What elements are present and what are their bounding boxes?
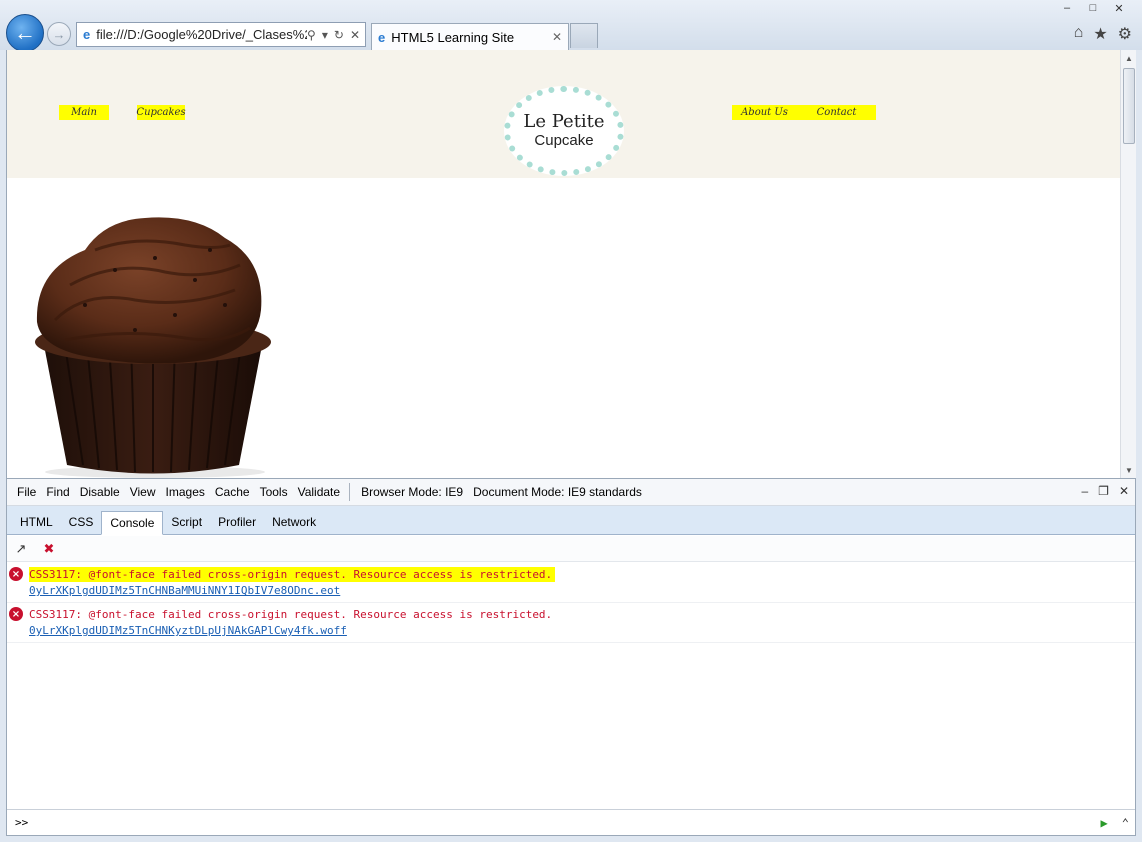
back-arrow-icon: ← bbox=[14, 20, 36, 45]
search-icon[interactable]: ⚲ bbox=[307, 28, 316, 42]
close-tab-icon[interactable]: ✕ bbox=[552, 30, 562, 44]
console-message: CSS3117: @font-face failed cross-origin … bbox=[29, 608, 553, 621]
site-logo[interactable]: Le Petite Cupcake bbox=[504, 86, 624, 176]
logo-line-1: Le Petite bbox=[523, 111, 605, 132]
ie-page-icon: e bbox=[83, 27, 91, 42]
console-command-line[interactable]: >> ▶ ⌃ bbox=[7, 809, 1135, 835]
error-icon: × bbox=[9, 607, 23, 621]
tab-network[interactable]: Network bbox=[264, 510, 324, 534]
browser-tools: ⌂ ★ ⚙ bbox=[1074, 24, 1132, 44]
forward-arrow-icon: → bbox=[52, 26, 66, 42]
menu-disable[interactable]: Disable bbox=[75, 485, 125, 499]
developer-tools-pane: File Find Disable View Images Cache Tool… bbox=[6, 478, 1136, 836]
nav-link-main[interactable]: Main bbox=[59, 105, 109, 120]
nav-link-contact[interactable]: Contact bbox=[797, 105, 876, 120]
select-element-icon[interactable]: ↗ bbox=[13, 541, 29, 557]
new-tab-button[interactable] bbox=[570, 23, 598, 48]
browser-chrome: – □ ✕ ← → e file:///D:/Google%20Drive/_C… bbox=[0, 0, 1142, 52]
window-controls: – □ ✕ bbox=[1054, 0, 1132, 16]
expand-multiline-icon[interactable]: ⌃ bbox=[1122, 816, 1129, 830]
nav-link-about-us[interactable]: About Us bbox=[732, 105, 797, 120]
devtools-window-controls: – ❐ ✕ bbox=[1081, 484, 1129, 498]
site-header: Main Cupcakes About Us Contact Le Petite… bbox=[7, 50, 1121, 178]
menu-cache[interactable]: Cache bbox=[210, 485, 255, 499]
console-output: × CSS3117: @font-face failed cross-origi… bbox=[7, 563, 1135, 808]
menu-file[interactable]: File bbox=[12, 485, 41, 499]
address-bar[interactable]: e file:///D:/Google%20Drive/_Clases%2 ⚲ … bbox=[76, 22, 366, 47]
tab-console[interactable]: Console bbox=[101, 511, 164, 535]
devtools-tabs: HTML CSS Console Script Profiler Network bbox=[7, 506, 1135, 535]
console-entry: × CSS3117: @font-face failed cross-origi… bbox=[7, 563, 1135, 603]
menu-view[interactable]: View bbox=[125, 485, 161, 499]
logo-line-2: Cupcake bbox=[534, 132, 594, 149]
menu-tools[interactable]: Tools bbox=[255, 485, 293, 499]
vertical-scrollbar[interactable]: ▲ ▼ bbox=[1120, 50, 1136, 478]
console-source-link[interactable]: 0yLrXKplgdUDIMz5TnCHNBaMMUiNNY1IQbIV7e8O… bbox=[29, 582, 1135, 600]
browser-mode-menu[interactable]: Browser Mode: IE9 bbox=[356, 485, 468, 499]
scrollbar-thumb[interactable] bbox=[1123, 68, 1135, 144]
ie-tab-icon: e bbox=[378, 29, 386, 45]
address-url[interactable]: file:///D:/Google%20Drive/_Clases%2 bbox=[96, 27, 307, 42]
forward-button[interactable]: → bbox=[47, 22, 71, 46]
undock-devtools-icon[interactable]: ❐ bbox=[1098, 484, 1109, 498]
menu-find[interactable]: Find bbox=[41, 485, 74, 499]
minimize-devtools-icon[interactable]: – bbox=[1081, 484, 1088, 498]
home-icon[interactable]: ⌂ bbox=[1074, 24, 1084, 44]
scroll-down-icon[interactable]: ▼ bbox=[1121, 462, 1136, 478]
favorites-star-icon[interactable]: ★ bbox=[1093, 24, 1107, 44]
console-toolbar: ↗ ✖ bbox=[7, 536, 1135, 562]
menu-validate[interactable]: Validate bbox=[293, 485, 345, 499]
menu-images[interactable]: Images bbox=[161, 485, 210, 499]
refresh-icon[interactable]: ↻ bbox=[334, 28, 344, 42]
minimize-button[interactable]: – bbox=[1054, 0, 1080, 16]
run-script-icon[interactable]: ▶ bbox=[1101, 816, 1108, 830]
console-entry: × CSS3117: @font-face failed cross-origi… bbox=[7, 603, 1135, 643]
console-source-link[interactable]: 0yLrXKplgdUDIMz5TnCHNKyztDLpUjNAkGAPlCwy… bbox=[29, 622, 1135, 640]
tab-title: HTML5 Learning Site bbox=[391, 29, 515, 45]
error-icon: × bbox=[9, 567, 23, 581]
maximize-button[interactable]: □ bbox=[1080, 0, 1106, 16]
gear-icon[interactable]: ⚙ bbox=[1118, 24, 1132, 44]
console-prompt[interactable]: >> bbox=[15, 816, 1101, 829]
document-mode-menu[interactable]: Document Mode: IE9 standards bbox=[468, 485, 647, 499]
tab-profiler[interactable]: Profiler bbox=[210, 510, 264, 534]
logo-badge: Le Petite Cupcake bbox=[504, 86, 624, 176]
page-viewport: Main Cupcakes About Us Contact Le Petite… bbox=[6, 50, 1136, 478]
console-message: CSS3117: @font-face failed cross-origin … bbox=[29, 567, 556, 582]
menu-separator bbox=[349, 483, 351, 501]
close-devtools-icon[interactable]: ✕ bbox=[1119, 484, 1129, 498]
devtools-menu-bar: File Find Disable View Images Cache Tool… bbox=[7, 479, 1135, 506]
cupcake-image bbox=[35, 217, 271, 478]
tab-script[interactable]: Script bbox=[163, 510, 210, 534]
close-window-button[interactable]: ✕ bbox=[1106, 0, 1132, 16]
nav-link-cupcakes[interactable]: Cupcakes bbox=[136, 105, 186, 120]
tab-html[interactable]: HTML bbox=[12, 510, 61, 534]
tab-html5-learning-site[interactable]: e HTML5 Learning Site ✕ bbox=[371, 23, 569, 50]
dropdown-icon[interactable]: ▾ bbox=[322, 28, 328, 42]
back-button[interactable]: ← bbox=[6, 14, 44, 52]
tab-css[interactable]: CSS bbox=[61, 510, 102, 534]
clear-console-icon[interactable]: ✖ bbox=[41, 541, 57, 557]
scroll-up-icon[interactable]: ▲ bbox=[1121, 50, 1136, 66]
stop-icon[interactable]: ✕ bbox=[350, 28, 360, 42]
